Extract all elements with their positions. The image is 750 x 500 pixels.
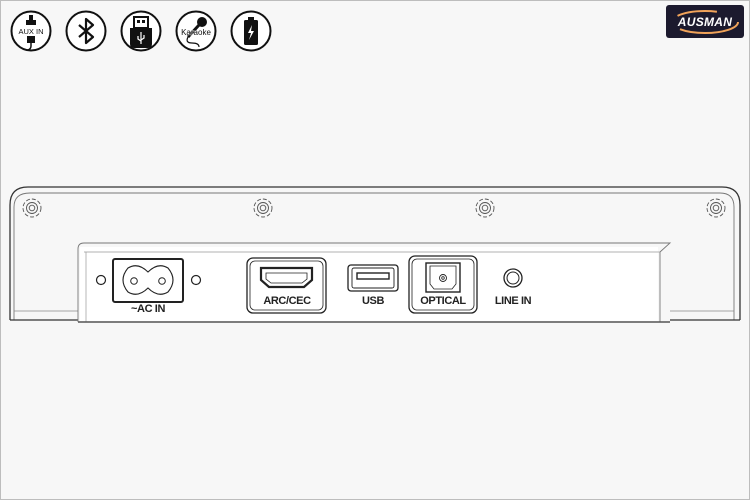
usb-label: USB — [361, 295, 385, 307]
line-in-label: LINE IN — [494, 295, 532, 307]
screw — [22, 198, 42, 218]
device-rear-panel — [9, 186, 741, 323]
ac-in-label: ~AC IN — [131, 303, 165, 315]
screws — [22, 198, 726, 218]
port-panel — [77, 242, 672, 323]
screw — [253, 198, 273, 218]
screw — [706, 198, 726, 218]
screw — [475, 198, 495, 218]
arc-cec-label: ARC/CEC — [263, 295, 311, 307]
optical-label: OPTICAL — [420, 295, 466, 307]
